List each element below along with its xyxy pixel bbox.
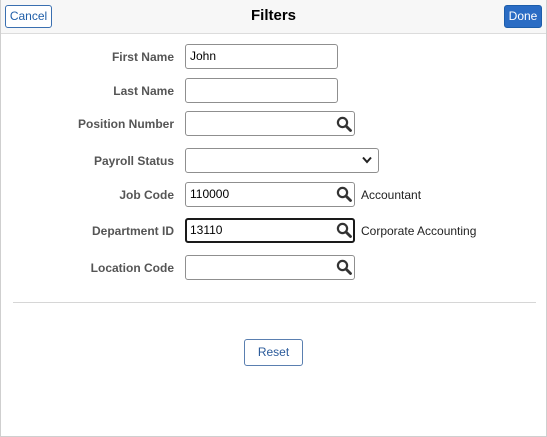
job-code-input[interactable]: 110000 (185, 182, 355, 207)
search-icon[interactable] (336, 116, 352, 132)
filters-dialog: Cancel Filters Done First Name John Last… (0, 0, 547, 437)
position-number-input[interactable] (185, 111, 355, 136)
reset-button[interactable]: Reset (244, 339, 303, 366)
payroll-status-select[interactable] (185, 148, 379, 173)
first-name-input[interactable]: John (185, 44, 338, 69)
department-id-label: Department ID (91, 224, 174, 238)
department-id-description: Corporate Accounting (361, 224, 477, 238)
position-number-label: Position Number (77, 117, 174, 131)
last-name-input[interactable] (185, 78, 338, 103)
location-code-input[interactable] (185, 255, 355, 280)
dialog-title: Filters (250, 7, 296, 24)
done-button[interactable]: Done (504, 5, 542, 28)
payroll-status-label: Payroll Status (93, 154, 174, 168)
department-id-input[interactable]: 13110 (185, 218, 355, 243)
search-icon[interactable] (336, 222, 352, 238)
divider (13, 302, 536, 303)
first-name-label: First Name (111, 50, 174, 64)
location-code-label: Location Code (90, 261, 174, 275)
job-code-label: Job Code (119, 188, 174, 202)
dialog-header: Cancel Filters Done (1, 0, 546, 34)
last-name-label: Last Name (113, 84, 174, 98)
job-code-description: Accountant (361, 188, 422, 202)
search-icon[interactable] (336, 259, 352, 275)
search-icon[interactable] (336, 186, 352, 202)
chevron-down-icon (362, 156, 372, 164)
